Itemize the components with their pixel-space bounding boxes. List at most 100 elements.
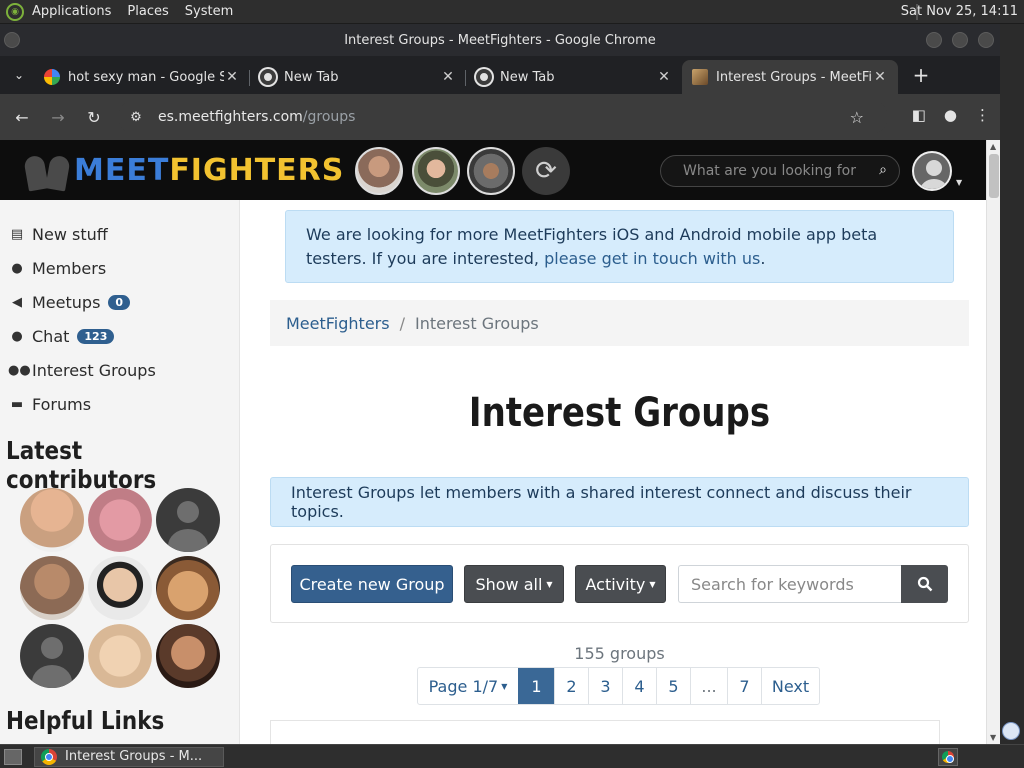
site-logo[interactable]: MEETFIGHTERS xyxy=(23,150,344,192)
taskbar-chrome-window[interactable]: Interest Groups - M... xyxy=(34,746,224,767)
scroll-up-icon[interactable]: ▲ xyxy=(990,142,996,151)
contributor-avatar[interactable] xyxy=(88,624,152,688)
browser-toolbar: ← → ↻ ⚙ es.meetfighters.com/groups ☆ ◧ ●… xyxy=(0,94,1000,140)
next-page-link[interactable]: Next xyxy=(761,668,819,704)
contributor-avatar[interactable] xyxy=(88,556,152,620)
fighters-logo-icon xyxy=(23,150,72,192)
contact-us-link[interactable]: please get in touch with us xyxy=(544,249,760,268)
tab-interest-groups[interactable]: Interest Groups - MeetFig ✕ xyxy=(682,60,898,94)
sidebar-item-meetups[interactable]: ◀ Meetups 0 xyxy=(8,290,131,314)
latest-contributors-heading: Latest contributors xyxy=(6,436,157,494)
site-search-placeholder: What are you looking for xyxy=(683,163,856,179)
scroll-down-icon[interactable]: ▼ xyxy=(990,733,996,742)
scrollbar-thumb[interactable] xyxy=(989,154,999,198)
create-group-button[interactable]: Create new Group xyxy=(291,565,453,603)
page-link-2[interactable]: 2 xyxy=(554,668,588,704)
site-info-icon[interactable]: ⚙ xyxy=(124,110,148,125)
keyword-search-input[interactable]: Search for keywords xyxy=(678,565,901,603)
user-avatar[interactable] xyxy=(912,151,952,191)
side-panel-icon[interactable]: ◧ xyxy=(912,106,926,124)
sort-label: Activity xyxy=(585,574,646,594)
tray-chrome-icon[interactable] xyxy=(938,748,958,766)
sidebar-item-interest-groups[interactable]: ●● Interest Groups xyxy=(8,358,156,382)
menu-applications[interactable]: Applications xyxy=(32,4,111,19)
close-window-icon[interactable] xyxy=(978,32,994,48)
breadcrumb-home-link[interactable]: MeetFighters xyxy=(286,314,390,333)
contributor-avatar[interactable] xyxy=(20,624,84,688)
sidebar-item-chat[interactable]: ● Chat 123 xyxy=(8,324,115,348)
page-link-1[interactable]: 1 xyxy=(518,668,554,704)
page-scrollbar[interactable]: ▲ ▼ xyxy=(986,140,1000,744)
maximize-icon[interactable] xyxy=(952,32,968,48)
panel-clock[interactable]: Sat Nov 25, 14:11 xyxy=(901,4,1018,19)
page-select-dropdown[interactable]: Page 1/7 ▼ xyxy=(418,668,518,704)
tab-title: hot sexy man - Google Se xyxy=(68,69,224,85)
show-desktop-icon[interactable] xyxy=(4,748,22,765)
chrome-menu-icon[interactable]: ⋮ xyxy=(975,106,990,124)
contributor-avatar[interactable] xyxy=(156,556,220,620)
user-menu-caret-icon[interactable]: ▼ xyxy=(956,178,962,187)
sidebar-item-members[interactable]: ● Members xyxy=(8,256,106,280)
page-link-3[interactable]: 3 xyxy=(588,668,622,704)
page-link-4[interactable]: 4 xyxy=(622,668,656,704)
refresh-icon[interactable]: ⟳ xyxy=(522,147,570,195)
url-path: /groups xyxy=(302,109,356,125)
avatar[interactable] xyxy=(412,147,460,195)
reload-icon[interactable]: ↻ xyxy=(76,108,112,127)
window-titlebar[interactable]: Interest Groups - MeetFighters - Google … xyxy=(0,24,1000,56)
meetfighters-icon xyxy=(692,69,708,85)
contributor-avatar[interactable] xyxy=(156,488,220,552)
page-link-7[interactable]: 7 xyxy=(727,668,761,704)
megaphone-icon: ◀ xyxy=(12,294,22,310)
back-icon[interactable]: ← xyxy=(4,108,40,127)
group-count: 155 groups xyxy=(574,644,665,663)
site-search-input[interactable]: What are you looking for ⌕ xyxy=(660,155,900,187)
tab-close-icon[interactable]: ✕ xyxy=(872,69,888,85)
keyword-search-button[interactable] xyxy=(901,565,948,603)
tab-title: New Tab xyxy=(284,69,339,85)
sidebar-item-label: Forums xyxy=(32,394,92,414)
avatar[interactable] xyxy=(467,147,515,195)
contributor-avatar[interactable] xyxy=(156,624,220,688)
tab-google-search[interactable]: hot sexy man - Google Se ✕ xyxy=(34,60,250,94)
sidebar-item-new-stuff[interactable]: ▤ New stuff xyxy=(8,222,108,246)
menu-system[interactable]: System xyxy=(185,4,233,19)
tab-search-icon[interactable]: ⌄ xyxy=(4,60,34,90)
address-bar[interactable]: ⚙ es.meetfighters.com/groups ☆ xyxy=(118,100,888,134)
alert-text: We are looking for more xyxy=(306,225,504,244)
url-host: es.meetfighters.com xyxy=(158,109,303,125)
avatar[interactable] xyxy=(355,147,403,195)
new-tab-button[interactable]: + xyxy=(906,60,936,90)
contributor-avatar[interactable] xyxy=(88,488,152,552)
tab-new-tab-2[interactable]: New Tab ✕ xyxy=(466,60,682,94)
distro-logo-icon[interactable]: ◉ xyxy=(6,2,24,21)
page-link-5[interactable]: 5 xyxy=(656,668,690,704)
menu-places[interactable]: Places xyxy=(127,4,168,19)
meetups-count-badge: 0 xyxy=(108,294,131,310)
contributor-avatar[interactable] xyxy=(20,556,84,620)
bookmark-star-icon[interactable]: ☆ xyxy=(850,108,864,127)
chat-count-badge: 123 xyxy=(77,328,115,344)
sidebar-item-label: Interest Groups xyxy=(32,360,156,380)
chevron-down-icon: ▼ xyxy=(501,681,508,691)
keyword-search-placeholder: Search for keywords xyxy=(691,574,854,594)
users-icon: ●● xyxy=(8,362,31,378)
sidebar-item-label: Members xyxy=(32,258,107,278)
minimize-icon[interactable] xyxy=(926,32,942,48)
globe-icon[interactable] xyxy=(1002,722,1020,740)
show-all-dropdown[interactable]: Show all ▼ xyxy=(464,565,564,603)
window-menu-icon[interactable] xyxy=(4,32,20,48)
profile-icon[interactable]: ● xyxy=(944,106,957,124)
sidebar-item-forums[interactable]: ▬ Forums xyxy=(8,392,91,416)
tab-new-tab-1[interactable]: New Tab ✕ xyxy=(250,60,466,94)
pagination: Page 1/7 ▼ 1 2 3 4 5 ... 7 Next xyxy=(417,667,820,705)
contributor-avatar[interactable] xyxy=(20,488,84,552)
forward-icon[interactable]: → xyxy=(40,108,76,127)
tab-title: Interest Groups - MeetFig xyxy=(716,69,872,85)
sort-activity-dropdown[interactable]: Activity ▼ xyxy=(575,565,666,603)
sidebar: ▤ New stuff ● Members ◀ Meetups 0 ● Chat… xyxy=(0,200,240,744)
tab-close-icon[interactable]: ✕ xyxy=(656,69,672,85)
search-icon[interactable]: ⌕ xyxy=(879,162,887,178)
tab-close-icon[interactable]: ✕ xyxy=(440,69,456,85)
tab-close-icon[interactable]: ✕ xyxy=(224,69,240,85)
